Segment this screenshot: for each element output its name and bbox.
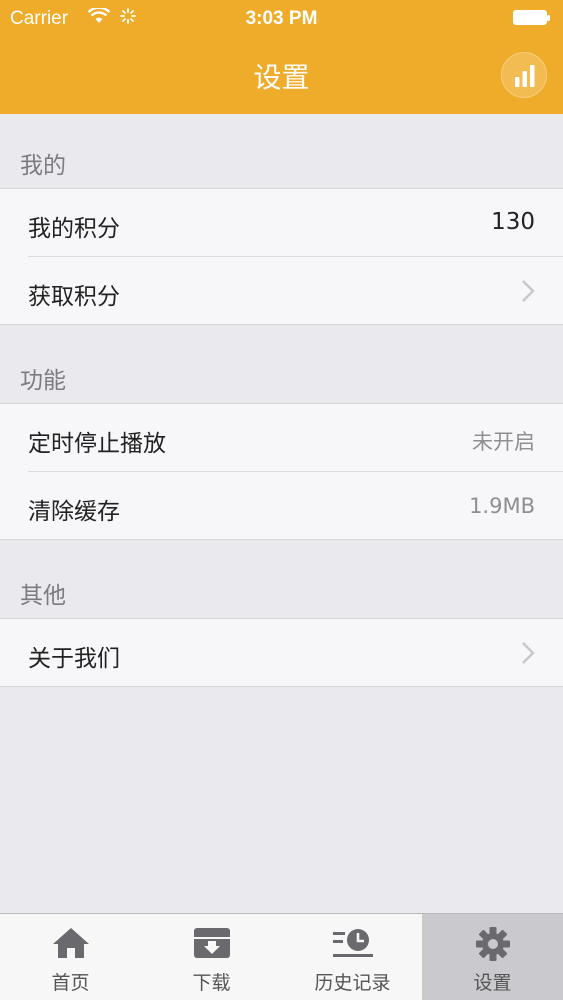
get-points-row[interactable]: 获取积分: [0, 257, 563, 325]
about-us-label: 关于我们: [28, 646, 120, 672]
section-header-other: 其他: [20, 583, 66, 609]
stats-button[interactable]: [501, 52, 547, 98]
my-points-row[interactable]: 我的积分 130: [0, 189, 563, 257]
tab-bar: 首页 下载 历史记录 设置: [0, 913, 563, 1000]
tab-download[interactable]: 下载: [141, 914, 282, 1000]
tab-settings[interactable]: 设置: [422, 914, 563, 1000]
status-time: 3:03 PM: [245, 8, 318, 29]
section-header-features: 功能: [20, 368, 66, 394]
divider: [0, 686, 563, 687]
tab-settings-label: 设置: [473, 972, 512, 994]
battery-icon: [513, 10, 550, 25]
my-points-label: 我的积分: [28, 216, 120, 242]
chevron-right-icon: [521, 279, 535, 307]
download-box-icon: [192, 926, 232, 964]
sleep-timer-label: 定时停止播放: [28, 431, 166, 457]
chevron-right-icon: [521, 641, 535, 669]
tab-history-label: 历史记录: [314, 972, 391, 994]
page-title: 设置: [253, 61, 310, 94]
get-points-label: 获取积分: [28, 284, 120, 310]
tab-home[interactable]: 首页: [0, 914, 141, 1000]
about-us-row[interactable]: 关于我们: [0, 619, 563, 687]
sleep-timer-value: 未开启: [472, 430, 535, 454]
status-bar: Carrier 3:03 PM: [0, 0, 563, 38]
navigation-bar: Carrier 3:03 PM 设置: [0, 0, 563, 114]
divider: [0, 539, 563, 540]
gear-icon: [475, 926, 511, 966]
history-clock-icon: [331, 926, 375, 964]
tab-download-label: 下载: [192, 972, 231, 994]
sleep-timer-row[interactable]: 定时停止播放 未开启: [0, 404, 563, 472]
clear-cache-row[interactable]: 清除缓存 1.9MB: [0, 472, 563, 540]
home-icon: [51, 926, 91, 964]
tab-home-label: 首页: [51, 972, 90, 994]
my-points-value: 130: [491, 209, 535, 235]
divider: [0, 324, 563, 325]
bar-chart-icon: [515, 65, 535, 87]
tab-history[interactable]: 历史记录: [282, 914, 423, 1000]
clear-cache-label: 清除缓存: [28, 499, 120, 525]
cache-size-value: 1.9MB: [469, 494, 535, 518]
section-header-mine: 我的: [20, 153, 66, 179]
